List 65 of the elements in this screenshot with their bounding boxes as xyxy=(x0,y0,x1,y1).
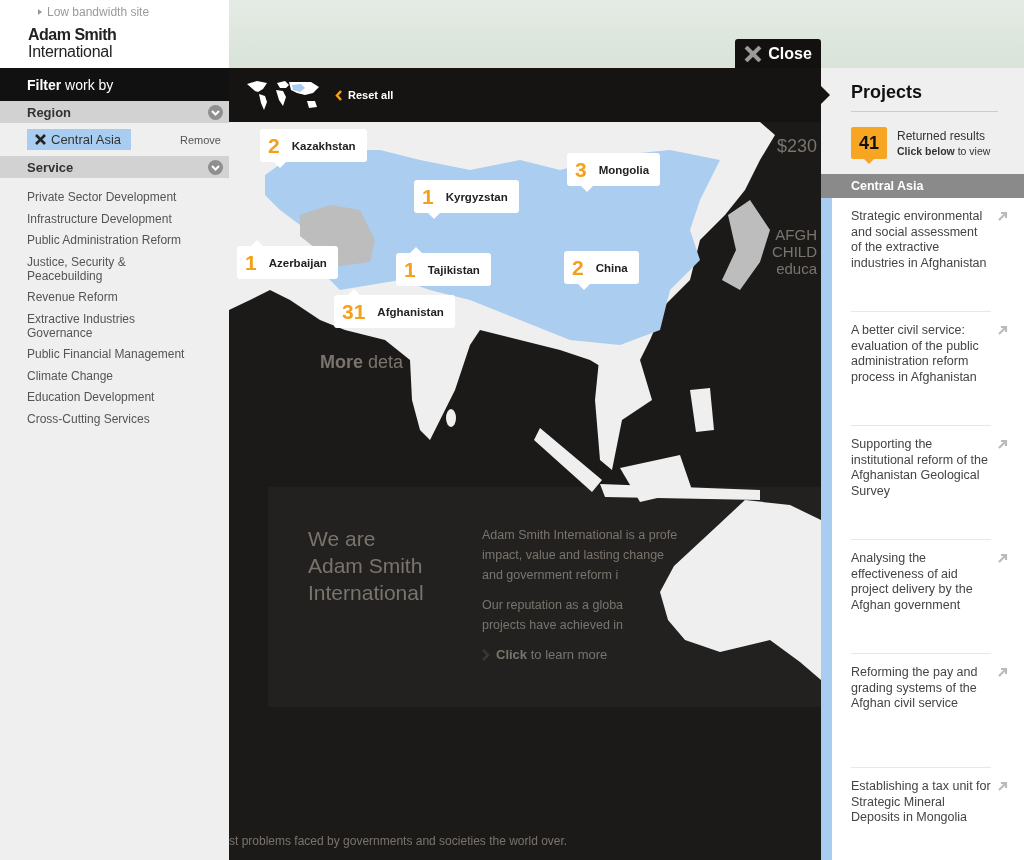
paragraph-line: and government reform i xyxy=(482,567,619,584)
arrow-icon xyxy=(997,553,1008,564)
group-header: Central Asia xyxy=(821,174,1024,198)
callout-pointer xyxy=(428,213,440,219)
close-button[interactable]: Close xyxy=(735,39,821,68)
paragraph-line: impact, value and lasting change xyxy=(482,547,665,564)
filter-chip[interactable]: Central Asia xyxy=(27,129,132,150)
learn-more-link[interactable]: Click to learn more xyxy=(482,645,608,665)
project-link[interactable]: Reforming the pay and grading systems of the Afghan civil service xyxy=(851,665,991,767)
service-link[interactable]: Climate Change xyxy=(27,364,229,386)
chevron-left-icon xyxy=(335,89,342,101)
paragraph-line: Adam Smith International is a profe xyxy=(482,527,678,544)
arrow-icon xyxy=(997,325,1008,336)
paragraph-line: projects have achieved in xyxy=(482,617,624,634)
region-header[interactable]: Region xyxy=(0,101,229,123)
service-link[interactable]: Infrastructure Development xyxy=(27,207,229,229)
paragraph-line: Our reputation as a globa xyxy=(482,597,624,614)
arrow-icon xyxy=(997,781,1008,792)
close-icon xyxy=(744,45,763,62)
callout-pointer xyxy=(348,289,360,295)
results-label: Returned results xyxy=(897,129,987,143)
callout-pointer xyxy=(274,162,286,168)
background-heading: More deta xyxy=(320,352,404,373)
service-header[interactable]: Service xyxy=(0,156,229,178)
background-text: st problems faced by governments and societies the world over. xyxy=(229,834,568,848)
chevron-down-icon[interactable] xyxy=(208,104,223,120)
service-link[interactable]: Extractive Industries Governance xyxy=(27,307,229,343)
service-link[interactable]: Private Sector Development xyxy=(27,186,229,208)
background-text: educa xyxy=(776,260,817,277)
service-link[interactable]: Revenue Reform xyxy=(27,286,229,308)
logo-subtitle[interactable]: International xyxy=(28,43,229,60)
callout-pointer xyxy=(410,247,422,253)
background-text: AFGH xyxy=(775,226,817,243)
intro-heading: Adam Smith xyxy=(308,553,423,579)
service-link[interactable]: Education Development xyxy=(27,386,229,408)
reset-link[interactable]: Reset all xyxy=(335,89,394,101)
background-text: CHILD xyxy=(772,243,817,260)
project-link[interactable]: A better civil service: evaluation of the public administration reform process in Afghanistan xyxy=(851,323,991,425)
intro-heading: We are xyxy=(308,526,376,552)
arrow-icon xyxy=(997,439,1008,450)
arrow-icon xyxy=(997,211,1008,222)
filter-title: Filter work by xyxy=(0,68,229,101)
chevron-down-icon[interactable] xyxy=(208,159,223,175)
project-link[interactable]: Establishing a tax unit for Strategic Mineral Deposits in Mongolia xyxy=(851,779,991,860)
world-map-icon[interactable] xyxy=(245,79,321,111)
results-hint: Click below to view xyxy=(897,145,991,157)
service-link[interactable]: Justice, Security & Peacebuilding xyxy=(27,250,229,286)
project-link[interactable]: Supporting the institutional reform of the Afghanistan Geological Survey xyxy=(851,437,991,539)
badge-pointer xyxy=(864,159,874,164)
triangle-icon xyxy=(38,9,42,15)
projects-title: Projects xyxy=(851,82,924,103)
service-link[interactable]: Public Financial Management xyxy=(27,343,229,365)
project-link[interactable]: Strategic environmental and social assessment of the extractive industries in Afghanistan xyxy=(851,209,991,311)
arrow-icon xyxy=(997,667,1008,678)
service-link[interactable]: Public Administration Reform xyxy=(27,229,229,251)
results-count: 41 xyxy=(851,127,887,159)
intro-heading: International xyxy=(308,580,424,606)
remove-icon xyxy=(35,134,46,145)
logo-name[interactable]: Adam Smith xyxy=(28,26,229,43)
service-link[interactable]: Cross-Cutting Services xyxy=(27,407,229,429)
remove-link[interactable]: Remove xyxy=(180,133,221,146)
background-text: $230 xyxy=(776,136,817,156)
callout-pointer xyxy=(581,186,593,192)
callout-pointer xyxy=(578,284,590,290)
project-link[interactable]: Analysing the effectiveness of aid project delivery by the Afghan government xyxy=(851,551,991,653)
